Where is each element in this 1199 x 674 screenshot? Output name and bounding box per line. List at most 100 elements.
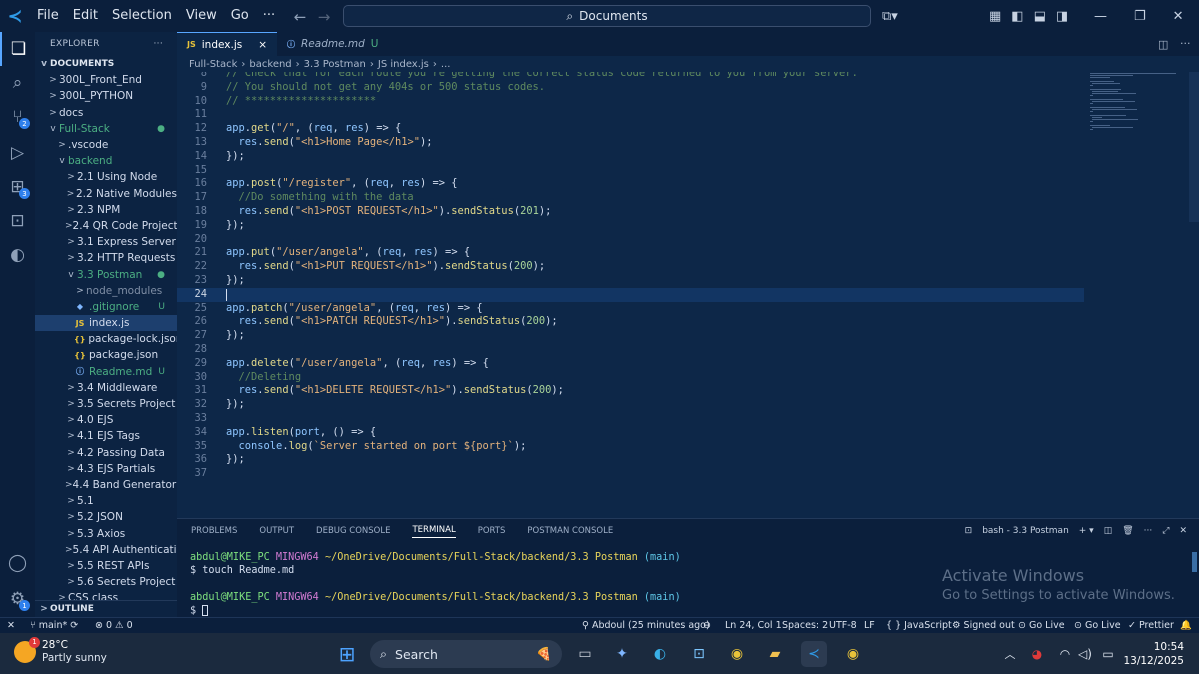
tree-item[interactable]: v backend (35, 153, 177, 169)
tree-item[interactable]: >3.4 Middleware (35, 380, 177, 396)
panel-tab[interactable]: PORTS (478, 526, 506, 536)
vscode-taskbar-icon[interactable]: ≺ (801, 641, 827, 667)
code-editor[interactable]: 8 // Check that for each route you're get… (177, 72, 1199, 518)
code-line[interactable]: 36}); (177, 453, 1187, 467)
code-line[interactable]: 26 res.send("<h1>PATCH REQUEST</h1>").se… (177, 315, 1187, 329)
panel-more-icon[interactable]: ··· (1144, 526, 1153, 536)
weather-widget[interactable]: 1 28°C Partly sunny (14, 637, 107, 665)
account-icon[interactable]: ◯ (0, 546, 35, 580)
breadcrumb-item[interactable]: Full-Stack (189, 59, 237, 70)
go-live-status-1[interactable]: ⊙ Go Live (1018, 618, 1065, 633)
tree-item[interactable]: > docs (35, 105, 177, 121)
tree-item[interactable]: >4.4 Band Generator Pr... (35, 477, 177, 493)
task-view-icon[interactable]: ▭ (572, 641, 598, 667)
close-panel-icon[interactable]: ✕ (1179, 526, 1187, 536)
editor-tab[interactable]: ⓘ Readme.md U (277, 32, 388, 56)
code-line[interactable]: 21 app.put("/user/angela", (req, res) => … (177, 246, 1187, 260)
signin-status[interactable]: ⚙ Signed out (952, 618, 1015, 633)
command-center-search[interactable]: ⌕ Documents (343, 5, 871, 27)
code-line[interactable]: 31 res.send("<h1>DELETE REQUEST</h1>").s… (177, 384, 1187, 398)
tree-item[interactable]: JS index.js (35, 315, 177, 332)
tree-item[interactable]: >2.3 NPM (35, 202, 177, 218)
source-control-icon[interactable]: ⑂ 2 (0, 100, 35, 134)
microsoft-store-icon[interactable]: ⊡ (686, 641, 712, 667)
taskbar-search[interactable]: ⌕ Search 🍕 (370, 640, 562, 668)
tree-item[interactable]: >4.3 EJS Partials (35, 461, 177, 477)
tree-item[interactable]: >4.0 EJS (35, 412, 177, 428)
chrome-browser-icon[interactable]: ◉ (724, 641, 750, 667)
code-line[interactable]: 20 (177, 233, 1187, 247)
git-blame-status[interactable]: ⚲ Abdoul (25 minutes ago) (582, 618, 710, 633)
code-line[interactable]: 14}); (177, 150, 1187, 164)
new-terminal-icon[interactable]: + ▾ (1079, 526, 1094, 536)
code-line[interactable]: 19}); (177, 219, 1187, 233)
code-line[interactable]: 32}); (177, 398, 1187, 412)
close-tab-icon[interactable]: × (258, 39, 267, 51)
split-editor-icon[interactable]: ◫ (1158, 38, 1168, 51)
chrome-taskbar-icon[interactable]: ◉ (840, 641, 866, 667)
panel-tab[interactable]: DEBUG CONSOLE (316, 526, 390, 536)
code-line[interactable]: 23}); (177, 274, 1187, 288)
tree-item[interactable]: >2.2 Native Modules (35, 186, 177, 202)
settings-gear-icon[interactable]: ⚙ 1 (0, 582, 35, 616)
notifications-icon[interactable]: 🔔 (1180, 618, 1192, 633)
maximize-panel-icon[interactable]: ⤢ (1162, 526, 1169, 536)
restore-icon[interactable]: ❐ (1134, 9, 1146, 24)
breadcrumb-item[interactable]: JS index.js (378, 59, 429, 70)
remote-explorer-icon[interactable]: ⊡ (0, 204, 35, 238)
panel-tab[interactable]: POSTMAN CONSOLE (527, 526, 613, 536)
minimap[interactable] (1090, 72, 1190, 142)
code-line[interactable]: 29 app.delete("/user/angela", (req, res) … (177, 357, 1187, 371)
code-line[interactable]: 15 (177, 164, 1187, 178)
workspace-root[interactable]: v DOCUMENTS (35, 56, 177, 72)
panel-tab[interactable]: PROBLEMS (191, 526, 237, 536)
more-actions-icon[interactable]: ··· (154, 39, 163, 49)
branch-status[interactable]: ⑂ main* ⟳ (30, 618, 78, 633)
tree-item[interactable]: >3.2 HTTP Requests (35, 250, 177, 266)
tree-item[interactable]: v Full-Stack ● (35, 121, 177, 137)
terminal-scrollbar[interactable] (1192, 552, 1197, 572)
editor-tab[interactable]: JS index.js × (177, 32, 278, 56)
code-line[interactable]: 30 //Deleting (177, 371, 1187, 385)
tree-item[interactable]: >4.1 EJS Tags (35, 428, 177, 444)
terminal-shell-name[interactable]: bash - 3.3 Postman (982, 526, 1069, 536)
tree-item[interactable]: >5.4 API Authentication (35, 542, 177, 558)
tree-item[interactable]: >300L_Front_End (35, 72, 177, 88)
show-hidden-icons[interactable]: ︿ (997, 641, 1023, 667)
tree-item[interactable]: >5.5 REST APIs (35, 558, 177, 574)
minimize-icon[interactable]: — (1094, 9, 1107, 24)
close-window-icon[interactable]: ✕ (1173, 9, 1184, 24)
code-line[interactable]: 27}); (177, 329, 1187, 343)
indentation-status[interactable]: Spaces: 2 (782, 618, 828, 633)
copilot-app-icon[interactable]: ✦ (609, 641, 635, 667)
code-line[interactable]: 13 res.send("<h1>Home Page</h1>"); (177, 136, 1187, 150)
tree-item[interactable]: >5.1 (35, 493, 177, 509)
outline-section[interactable]: > OUTLINE (35, 600, 177, 616)
panel-tab[interactable]: TERMINAL (412, 525, 456, 538)
code-line[interactable]: 17 //Do something with the data (177, 191, 1187, 205)
layout-customize-icon[interactable]: ▦ (989, 9, 1001, 24)
tree-item[interactable]: v 3.3 Postman ● (35, 266, 177, 282)
tree-item[interactable]: ◆ .gitignore U (35, 299, 177, 315)
copilot-icon[interactable]: ⧉▾ (882, 0, 898, 32)
eol-status[interactable]: LF (864, 618, 875, 633)
system-clock[interactable]: 10:54 13/12/2025 (1123, 640, 1184, 668)
tree-item[interactable]: >5.6 Secrets Project (35, 574, 177, 590)
code-line[interactable]: 34 app.listen(port, () => { (177, 426, 1187, 440)
tree-item[interactable]: >5.3 Axios (35, 525, 177, 541)
code-line[interactable]: 18 res.send("<h1>POST REQUEST</h1>").sen… (177, 205, 1187, 219)
code-line[interactable]: 28 (177, 343, 1187, 357)
menu-item-0[interactable]: File (30, 0, 66, 32)
kill-terminal-icon[interactable]: 🗑 (1122, 526, 1133, 536)
code-line[interactable]: 12 app.get("/", (req, res) => { (177, 122, 1187, 136)
code-line[interactable]: 37 (177, 467, 1187, 481)
forward-arrow-icon[interactable]: → (312, 8, 336, 26)
extensions-icon[interactable]: ⊞ 3 (0, 170, 35, 204)
split-terminal-icon[interactable]: ◫ (1104, 526, 1113, 536)
toggle-secondary-sidebar-icon[interactable]: ◨ (1056, 9, 1068, 24)
tray-app-icon[interactable]: ◕ (1024, 641, 1050, 667)
run-debug-icon[interactable]: ▷ (0, 136, 35, 170)
code-line[interactable]: 25 app.patch("/user/angela", (req, res) =… (177, 302, 1187, 316)
explorer-icon[interactable]: ❏ (0, 32, 35, 66)
windows-start-icon[interactable]: ⊞ (334, 641, 360, 667)
